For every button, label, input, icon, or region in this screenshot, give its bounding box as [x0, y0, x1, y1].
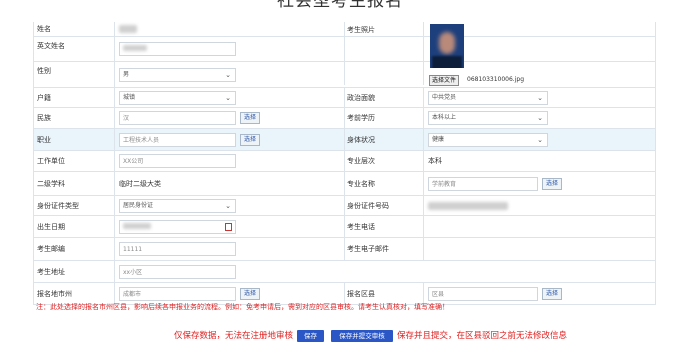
- health-label: 身体状况: [347, 135, 375, 144]
- address-label: 考生地址: [37, 267, 65, 276]
- occupation-select-button[interactable]: 选择: [240, 133, 261, 146]
- second-subject-label: 二级学科: [37, 179, 65, 188]
- row-address: 考生地址 xx小区: [34, 261, 655, 283]
- email-label: 考生电子邮件: [347, 245, 389, 253]
- major-input[interactable]: 学前教育: [428, 176, 538, 191]
- city-select-button[interactable]: 选择: [240, 287, 261, 300]
- chevron-down-icon: ⌄: [225, 70, 231, 79]
- education-label: 考前学历: [347, 114, 375, 122]
- row-id-type: 身份证件类型 居民身份证 ⌄ 身份证件号码: [34, 196, 655, 216]
- gender-label: 性别: [37, 67, 51, 75]
- save-note: 仅保存数据，无法在注册地审核: [174, 331, 294, 341]
- hukou-select[interactable]: 城镇 ⌄: [119, 90, 236, 105]
- english-name-input[interactable]: [119, 42, 236, 56]
- chevron-down-icon: ⌄: [225, 201, 231, 210]
- birthdate-input[interactable]: [119, 219, 236, 234]
- calendar-icon[interactable]: [225, 222, 232, 231]
- name-redacted: [119, 25, 137, 33]
- choose-file-button[interactable]: 选择文件: [429, 75, 460, 86]
- city-input[interactable]: 成都市: [119, 286, 236, 301]
- level-label: 专业层次: [347, 157, 375, 165]
- save-button[interactable]: 保存: [297, 330, 324, 342]
- workplace-input[interactable]: XX公司: [119, 154, 236, 168]
- level-value: 本科: [428, 157, 442, 165]
- major-select-button[interactable]: 选择: [542, 177, 563, 190]
- registration-form: 姓名 英文姓名 性别 男 ⌄ 考生照片 选择文件 068103310006.jpg…: [33, 22, 656, 305]
- postcode-input[interactable]: 11111: [119, 242, 236, 256]
- id-number-redacted: [428, 201, 508, 210]
- occupation-label: 职业: [37, 135, 51, 144]
- chevron-down-icon: ⌄: [225, 93, 231, 102]
- ethnicity-input[interactable]: 汉: [119, 111, 236, 125]
- occupation-input[interactable]: 工程技术人员: [119, 132, 236, 147]
- row-birthdate: 出生日期 考生电话: [34, 216, 655, 238]
- photo-file-name: 068103310006.jpg: [467, 76, 524, 83]
- name-value: [114, 22, 349, 36]
- chevron-down-icon: ⌄: [537, 135, 543, 144]
- postcode-label: 考生邮编: [37, 245, 65, 253]
- ethnicity-select-button[interactable]: 选择: [240, 112, 261, 124]
- political-select[interactable]: 中共党员 ⌄: [428, 90, 548, 105]
- birthdate-label: 出生日期: [37, 222, 65, 231]
- row-ethnicity: 民族 汉选择 考前学历 本科以上 ⌄: [34, 108, 655, 129]
- chevron-down-icon: ⌄: [537, 114, 543, 122]
- gender-select[interactable]: 男 ⌄: [119, 67, 236, 82]
- hukou-label: 户籍: [37, 93, 51, 102]
- row-postcode: 考生邮编 11111 考生电子邮件: [34, 238, 655, 261]
- district-input[interactable]: 区县: [428, 286, 538, 301]
- candidate-photo: [430, 24, 464, 68]
- registration-page: 社会型考生报名 姓名 英文姓名 性别 男 ⌄ 考生照片 选择文件 06810331…: [0, 0, 680, 362]
- address-input[interactable]: xx小区: [119, 264, 236, 279]
- row-occupation: 职业 工程技术人员 选择 身体状况 健康 ⌄: [34, 129, 655, 151]
- row-workplace: 工作单位 XX公司 专业层次 本科: [34, 151, 655, 172]
- major-label: 专业名称: [347, 179, 375, 188]
- health-select[interactable]: 健康 ⌄: [428, 132, 548, 147]
- save-submit-button[interactable]: 保存并提交审核: [331, 330, 393, 342]
- id-type-label: 身份证件类型: [37, 201, 79, 210]
- district-select-button[interactable]: 选择: [542, 287, 563, 300]
- region-notice: 注：此处选择的报名市州区县，影响后续各申报业务的流程。例如：免考申请后，需到对应…: [36, 303, 449, 311]
- photo-label: 考生照片: [347, 26, 375, 34]
- row-hukou: 户籍 城镇 ⌄ 政治面貌 中共党员 ⌄: [34, 88, 655, 108]
- id-number-label: 身份证件号码: [347, 201, 389, 210]
- english-name-label: 英文姓名: [37, 42, 65, 50]
- submit-note: 保存并且提交，在区县驳回之前无法修改信息: [397, 331, 568, 341]
- name-label: 姓名: [37, 25, 51, 33]
- second-subject-value: 临时二级大类: [119, 179, 161, 188]
- form-footer: 仅保存数据，无法在注册地审核 保存 保存并提交审核 保存并且提交，在区县驳回之前…: [0, 326, 680, 346]
- political-label: 政治面貌: [347, 93, 375, 102]
- ethnicity-label: 民族: [37, 114, 51, 122]
- phone-label: 考生电话: [347, 222, 375, 231]
- workplace-label: 工作单位: [37, 157, 65, 165]
- chevron-down-icon: ⌄: [537, 93, 543, 102]
- id-type-select[interactable]: 居民身份证 ⌄: [119, 198, 236, 213]
- page-title: 社会型考生报名: [277, 0, 403, 11]
- education-select[interactable]: 本科以上 ⌄: [428, 111, 548, 125]
- row-second-subject: 二级学科 临时二级大类 专业名称 学前教育 选择: [34, 172, 655, 196]
